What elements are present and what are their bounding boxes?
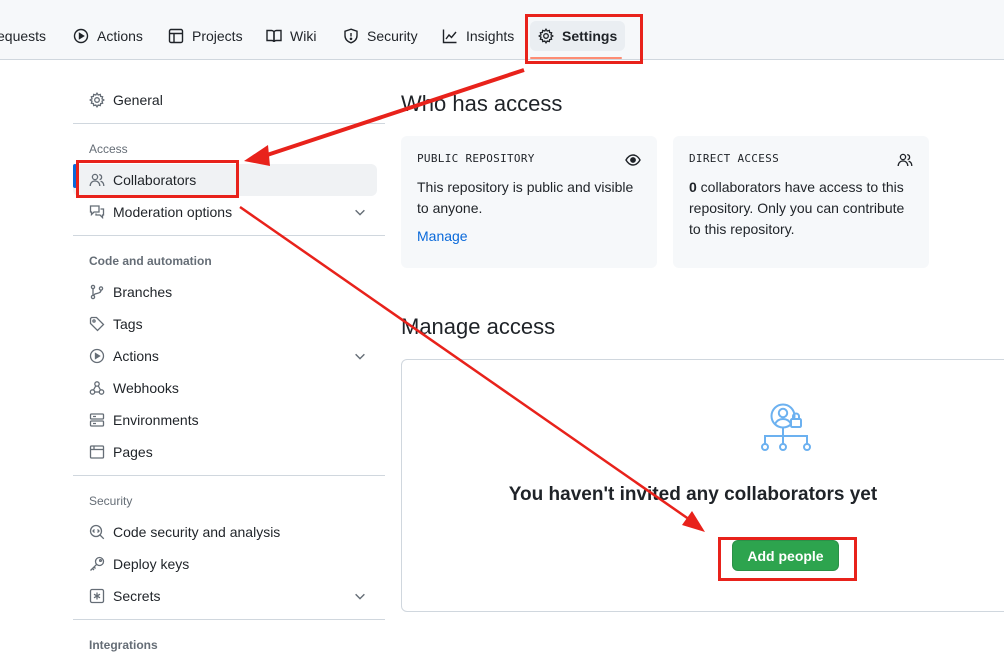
sidebar-item-code-security[interactable]: Code security and analysis	[73, 516, 377, 548]
highlight-box-collaborators	[76, 160, 239, 198]
tab-actions[interactable]: Actions	[73, 21, 143, 51]
play-icon	[89, 348, 105, 364]
direct-access-card: DIRECT ACCESS 0 collaborators have acces…	[673, 136, 929, 268]
sidebar-item-label: Pages	[113, 444, 153, 460]
highlight-box-settings	[525, 14, 643, 64]
tab-label: equests	[0, 28, 47, 44]
tab-label: Wiki	[290, 28, 317, 44]
sidebar-divider	[73, 123, 385, 124]
manage-link[interactable]: Manage	[417, 228, 468, 244]
branch-icon	[90, 284, 104, 300]
shield-icon	[344, 28, 358, 44]
card-body: 0 collaborators have access to this repo…	[689, 177, 913, 240]
chevron-down-icon	[355, 593, 365, 600]
sidebar-item-label: Branches	[113, 284, 173, 300]
browser-icon	[89, 445, 105, 459]
sidebar-item-label: General	[113, 92, 163, 108]
tab-label: Insights	[466, 28, 515, 44]
sidebar-item-actions[interactable]: Actions	[73, 340, 377, 372]
sidebar-item-label: Environments	[113, 412, 199, 428]
sidebar-item-label: Tags	[113, 316, 143, 332]
tab-projects[interactable]: Projects	[168, 21, 243, 51]
sidebar-heading-access: Access	[89, 142, 128, 156]
chevron-down-icon	[355, 209, 365, 216]
sidebar-divider	[73, 235, 385, 236]
eye-icon	[625, 154, 641, 166]
sidebar-item-label: Secrets	[113, 588, 161, 604]
server-icon	[89, 413, 105, 427]
sidebar-heading-code-automation: Code and automation	[89, 254, 212, 268]
collaborator-count: 0	[689, 179, 697, 195]
tab-label: Projects	[192, 28, 243, 44]
sidebar-item-deploy-keys[interactable]: Deploy keys	[73, 548, 377, 580]
sidebar-item-secrets[interactable]: Secrets	[73, 580, 377, 612]
sidebar-item-label: Moderation options	[113, 204, 233, 220]
card-title: PUBLIC REPOSITORY	[417, 152, 535, 165]
sidebar-heading-security: Security	[89, 494, 133, 508]
asterisk-icon	[89, 588, 105, 604]
sidebar-item-label: Webhooks	[113, 380, 179, 396]
sidebar-heading-integrations: Integrations	[89, 638, 158, 652]
sidebar-item-label: Actions	[113, 348, 159, 364]
card-title: DIRECT ACCESS	[689, 152, 779, 165]
sidebar-item-webhooks[interactable]: Webhooks	[73, 372, 377, 404]
tab-insights[interactable]: Insights	[442, 21, 514, 51]
repo-nav: equests Actions Projects Wiki Security I…	[0, 0, 1004, 60]
manage-access-title: Manage access	[401, 314, 556, 339]
codescan-icon	[89, 524, 105, 540]
graph-icon	[442, 29, 457, 44]
tab-security[interactable]: Security	[343, 21, 418, 51]
sidebar-divider	[73, 475, 385, 476]
tab-pull-requests[interactable]: equests	[0, 21, 46, 51]
sidebar-item-environments[interactable]: Environments	[73, 404, 377, 436]
public-repository-card: PUBLIC REPOSITORY This repository is pub…	[401, 136, 657, 268]
webhook-icon	[89, 381, 105, 395]
sidebar-item-label: Code security and analysis	[113, 524, 281, 540]
sidebar-item-branches[interactable]: Branches	[73, 276, 377, 308]
key-icon	[90, 556, 105, 571]
book-icon	[266, 29, 282, 43]
tab-label: Actions	[97, 28, 143, 44]
sidebar-item-general[interactable]: General	[73, 84, 377, 116]
sidebar-item-label: Deploy keys	[113, 556, 190, 572]
who-has-access-title: Who has access	[401, 91, 563, 116]
sidebar-divider	[73, 619, 385, 620]
manage-access-box: You haven't invited any collaborators ye…	[401, 359, 1004, 612]
empty-state-title: You haven't invited any collaborators ye…	[508, 484, 878, 505]
sidebar-item-tags[interactable]: Tags	[73, 308, 377, 340]
tag-icon	[89, 316, 105, 332]
chevron-down-icon	[355, 353, 365, 360]
card-body-text: collaborators have access to this reposi…	[689, 179, 905, 237]
tab-label: Security	[367, 28, 418, 44]
people-icon	[897, 153, 913, 167]
sidebar-item-moderation[interactable]: Moderation options	[73, 196, 377, 228]
gear-icon	[89, 92, 105, 108]
comment-discussion-icon	[89, 205, 105, 220]
sidebar-item-pages[interactable]: Pages	[73, 436, 377, 468]
card-body: This repository is public and visible to…	[417, 179, 634, 216]
play-icon	[73, 28, 89, 44]
person-lock-icon	[761, 403, 811, 451]
highlight-box-add-people	[718, 537, 857, 581]
table-icon	[168, 28, 184, 44]
settings-sidebar: General Access Collaborators Moderation …	[73, 60, 385, 663]
tab-wiki[interactable]: Wiki	[266, 21, 316, 51]
